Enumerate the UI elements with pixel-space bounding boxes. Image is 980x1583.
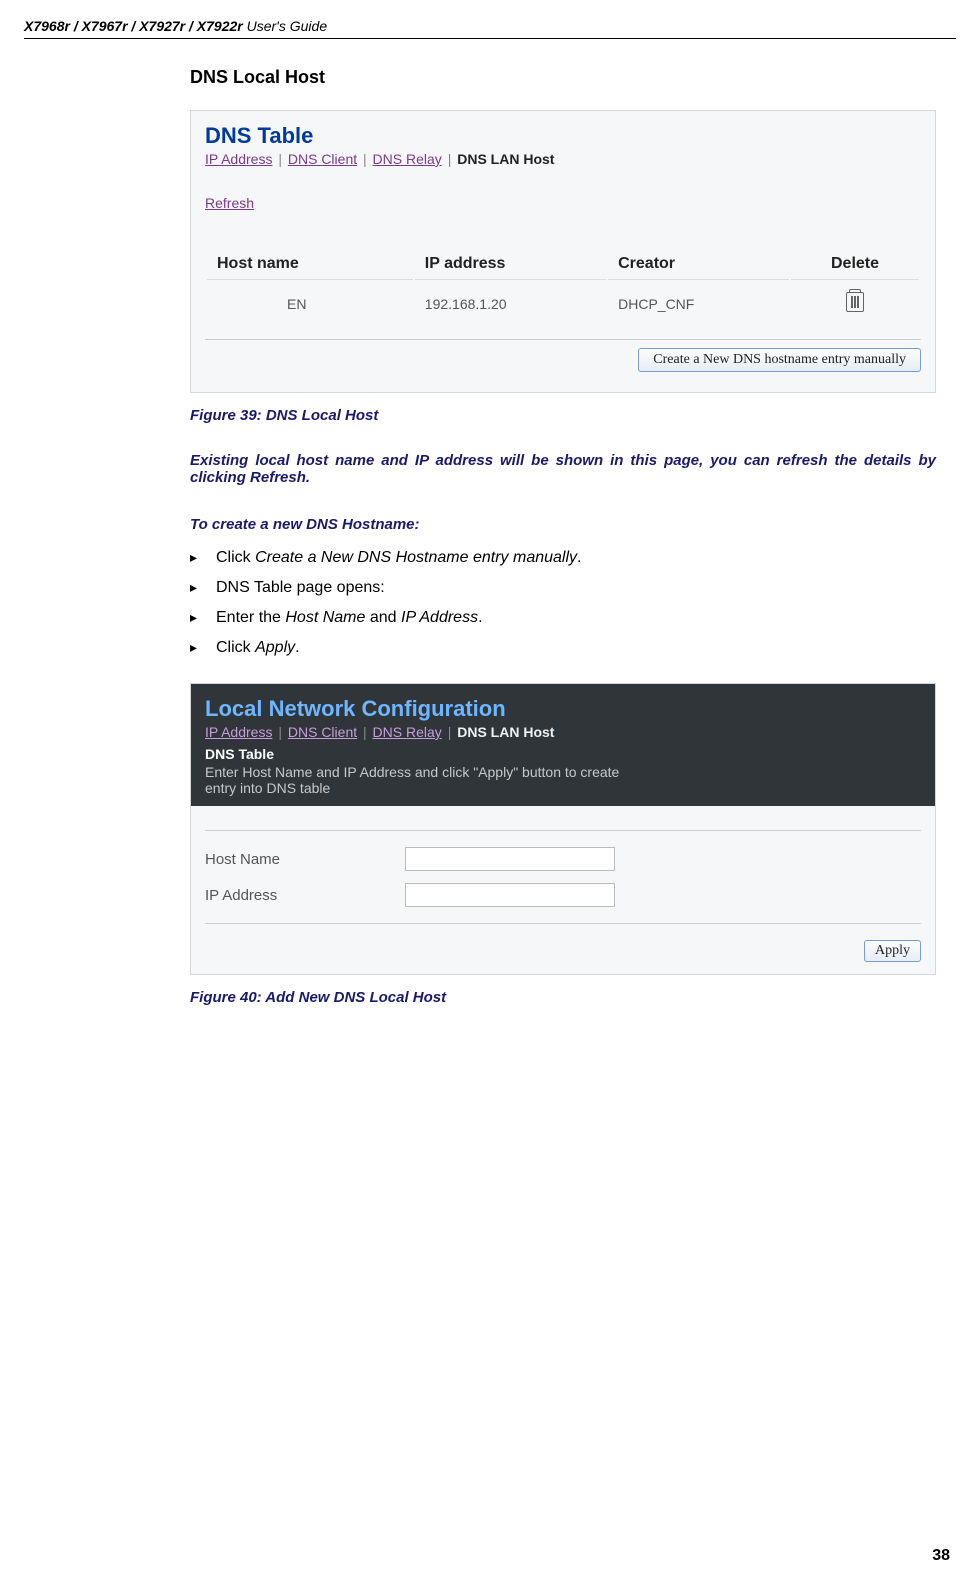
- step-text: Click: [216, 549, 255, 566]
- figure-dns-table: DNS Table IP Address | DNS Client | DNS …: [190, 110, 936, 393]
- tab-separator: |: [361, 151, 369, 167]
- step-text: .: [478, 609, 482, 626]
- step-emphasis: Create a New DNS Hostname entry manually: [255, 549, 577, 566]
- tab-dns-lan-host[interactable]: DNS LAN Host: [457, 151, 554, 167]
- divider: [205, 830, 921, 831]
- host-name-input[interactable]: [405, 847, 615, 871]
- list-item: Click Create a New DNS Hostname entry ma…: [216, 543, 936, 573]
- ip-address-label: IP Address: [205, 887, 405, 904]
- tab-separator: |: [446, 724, 454, 740]
- help-text: Enter Host Name and IP Address and click…: [205, 764, 635, 796]
- figure-caption-39: Figure 39: DNS Local Host: [190, 407, 936, 424]
- tab-dns-relay[interactable]: DNS Relay: [373, 151, 442, 167]
- page-number: 38: [932, 1547, 950, 1565]
- cell-creator: DHCP_CNF: [608, 282, 789, 333]
- figure-add-dns-host: Local Network Configuration IP Address |…: [190, 683, 936, 975]
- tab-ip-address[interactable]: IP Address: [205, 724, 272, 740]
- list-item: Click Apply.: [216, 633, 936, 663]
- ip-address-input[interactable]: [405, 883, 615, 907]
- divider: [205, 923, 921, 924]
- table-header-row: Host name IP address Creator Delete: [207, 249, 919, 280]
- table-row: EN 192.168.1.20 DHCP_CNF: [207, 282, 919, 333]
- step-emphasis: Apply: [255, 639, 295, 656]
- steps-heading: To create a new DNS Hostname:: [190, 516, 936, 533]
- tab-row: IP Address | DNS Client | DNS Relay | DN…: [205, 724, 921, 740]
- host-name-label: Host Name: [205, 851, 405, 868]
- col-delete: Delete: [791, 249, 919, 280]
- page-header: X7968r / X7967r / X7927r / X7922r User's…: [24, 18, 956, 39]
- col-host-name: Host name: [207, 249, 413, 280]
- cell-delete: [791, 282, 919, 333]
- tab-ip-address[interactable]: IP Address: [205, 151, 272, 167]
- col-ip-address: IP address: [415, 249, 606, 280]
- panel-title: DNS Table: [205, 123, 921, 149]
- create-dns-hostname-button[interactable]: Create a New DNS hostname entry manually: [638, 348, 921, 372]
- cell-host-name: EN: [207, 282, 413, 333]
- step-text: .: [295, 639, 299, 656]
- tab-separator: |: [276, 724, 284, 740]
- step-text: and: [365, 609, 401, 626]
- tab-row: IP Address | DNS Client | DNS Relay | DN…: [205, 151, 921, 167]
- sub-panel-title: DNS Table: [205, 746, 921, 762]
- step-emphasis: Host Name: [285, 609, 365, 626]
- cell-ip-address: 192.168.1.20: [415, 282, 606, 333]
- tab-dns-client[interactable]: DNS Client: [288, 724, 357, 740]
- steps-list: Click Create a New DNS Hostname entry ma…: [190, 543, 936, 663]
- panel-title: Local Network Configuration: [205, 696, 921, 722]
- tab-dns-lan-host[interactable]: DNS LAN Host: [457, 724, 554, 740]
- delete-icon[interactable]: [846, 292, 864, 312]
- refresh-link[interactable]: Refresh: [205, 195, 254, 211]
- step-text: Enter the: [216, 609, 285, 626]
- step-emphasis: IP Address: [401, 609, 478, 626]
- apply-button[interactable]: Apply: [864, 940, 921, 962]
- tab-separator: |: [276, 151, 284, 167]
- dns-hosts-table: Host name IP address Creator Delete EN 1…: [205, 247, 921, 335]
- list-item: Enter the Host Name and IP Address.: [216, 603, 936, 633]
- info-paragraph: Existing local host name and IP address …: [190, 452, 936, 486]
- list-item: DNS Table page opens:: [216, 573, 936, 603]
- form-row-host-name: Host Name: [205, 841, 921, 877]
- step-text: Click: [216, 639, 255, 656]
- header-models: X7968r / X7967r / X7927r / X7922r: [24, 18, 243, 34]
- col-creator: Creator: [608, 249, 789, 280]
- step-text: .: [577, 549, 581, 566]
- section-heading: DNS Local Host: [190, 67, 936, 88]
- tab-dns-relay[interactable]: DNS Relay: [373, 724, 442, 740]
- tab-dns-client[interactable]: DNS Client: [288, 151, 357, 167]
- figure-caption-40: Figure 40: Add New DNS Local Host: [190, 989, 936, 1006]
- tab-separator: |: [361, 724, 369, 740]
- tab-separator: |: [446, 151, 454, 167]
- form-row-ip-address: IP Address: [205, 877, 921, 913]
- step-text: DNS Table page opens:: [216, 579, 385, 596]
- header-suffix: User's Guide: [243, 18, 327, 34]
